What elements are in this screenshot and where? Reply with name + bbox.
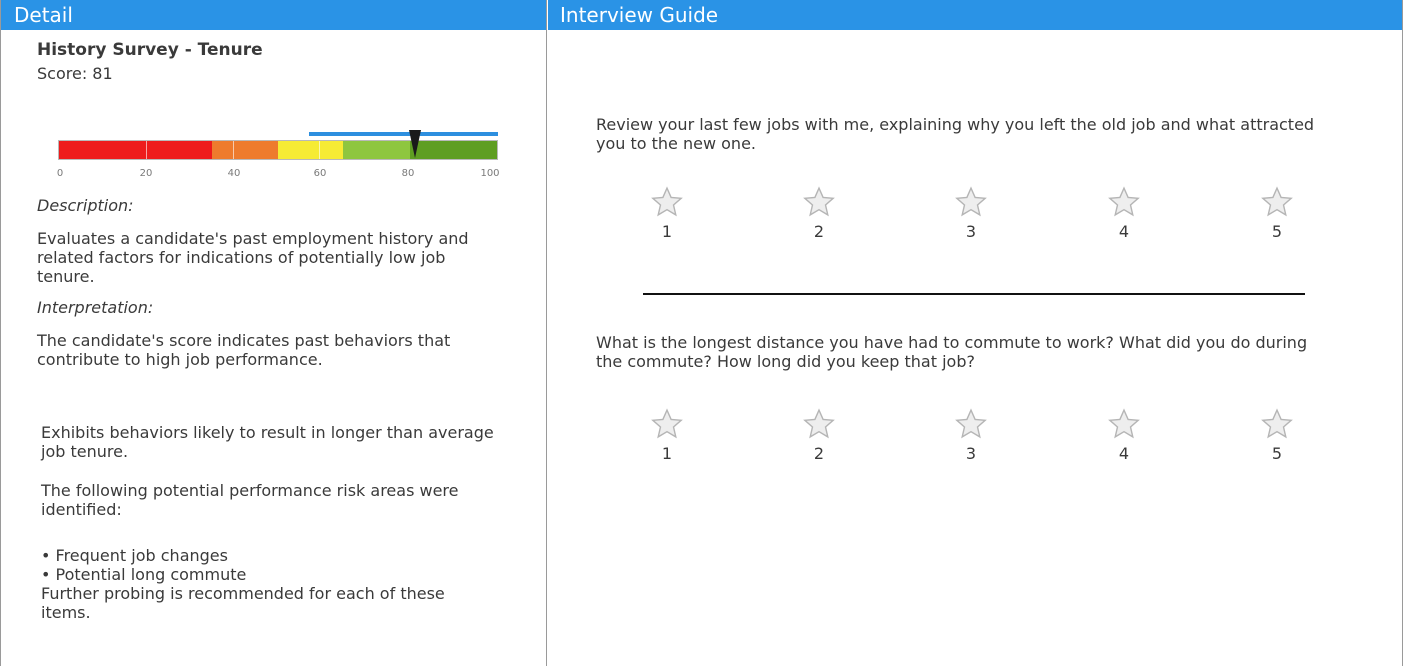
risk-outro-text: Further probing is recommended for each …	[41, 584, 445, 622]
star-outline-icon[interactable]	[1260, 185, 1294, 219]
gauge-range-indicator	[309, 132, 498, 136]
interview-guide-header: Interview Guide	[548, 0, 1402, 30]
star-outline-icon[interactable]	[650, 185, 684, 219]
star-outline-icon[interactable]	[650, 407, 684, 441]
survey-title: History Survey - Tenure	[37, 40, 263, 60]
description-text: Evaluates a candidate's past employment …	[37, 229, 469, 286]
rating-number: 5	[1271, 222, 1283, 241]
detail-panel-header: Detail	[1, 0, 546, 30]
gauge-tick: 20	[139, 168, 153, 179]
gauge-tick: 0	[56, 168, 64, 179]
gauge-needle-icon	[409, 130, 421, 158]
rating-option-2[interactable]: 2	[779, 185, 859, 241]
star-outline-icon[interactable]	[954, 407, 988, 441]
gauge-segment-dark-green	[410, 141, 497, 159]
gauge-bar	[58, 140, 498, 160]
rating-number: 4	[1118, 444, 1130, 463]
interpretation-text: The candidate's score indicates past beh…	[37, 331, 451, 369]
rating-number: 5	[1271, 444, 1283, 463]
rating-option-1[interactable]: 1	[627, 185, 707, 241]
risk-item: • Potential long commute	[41, 565, 247, 584]
score-gauge	[58, 128, 498, 160]
rating-row-2: 1 2 3 4 5	[622, 407, 1312, 477]
rating-option-1[interactable]: 1	[627, 407, 707, 463]
score-label: Score: 81	[37, 64, 113, 83]
star-outline-icon[interactable]	[1107, 185, 1141, 219]
rating-option-3[interactable]: 3	[931, 185, 1011, 241]
rating-option-4[interactable]: 4	[1084, 407, 1164, 463]
interpretation-label: Interpretation:	[37, 298, 154, 317]
rating-number: 1	[661, 222, 673, 241]
rating-option-5[interactable]: 5	[1237, 407, 1317, 463]
star-outline-icon[interactable]	[802, 407, 836, 441]
risk-intro-text: The following potential performance risk…	[41, 481, 459, 519]
risk-item: • Frequent job changes	[41, 546, 228, 565]
question-divider	[643, 293, 1305, 295]
rating-option-4[interactable]: 4	[1084, 185, 1164, 241]
rating-number: 3	[965, 222, 977, 241]
rating-number: 2	[813, 222, 825, 241]
rating-number: 4	[1118, 222, 1130, 241]
star-outline-icon[interactable]	[802, 185, 836, 219]
gauge-segment-red	[59, 141, 212, 159]
gauge-tick: 80	[401, 168, 415, 179]
rating-option-3[interactable]: 3	[931, 407, 1011, 463]
rating-number: 3	[965, 444, 977, 463]
star-outline-icon[interactable]	[954, 185, 988, 219]
gauge-tick: 100	[480, 168, 500, 179]
behavior-text: Exhibits behaviors likely to result in l…	[41, 423, 494, 461]
rating-number: 1	[661, 444, 673, 463]
question-text: What is the longest distance you have ha…	[596, 333, 1308, 371]
gauge-segment-yellow	[278, 141, 343, 159]
rating-option-2[interactable]: 2	[779, 407, 859, 463]
gauge-tick: 60	[313, 168, 327, 179]
gauge-segment-light-green	[343, 141, 410, 159]
rating-number: 2	[813, 444, 825, 463]
star-outline-icon[interactable]	[1107, 407, 1141, 441]
rating-row-1: 1 2 3 4 5	[622, 185, 1312, 255]
gauge-tick: 40	[227, 168, 241, 179]
gauge-tick-labels: 0 20 40 60 80 100	[56, 168, 500, 182]
question-text: Review your last few jobs with me, expla…	[596, 115, 1315, 153]
star-outline-icon[interactable]	[1260, 407, 1294, 441]
gauge-segment-orange	[212, 141, 278, 159]
rating-option-5[interactable]: 5	[1237, 185, 1317, 241]
description-label: Description:	[37, 196, 134, 215]
